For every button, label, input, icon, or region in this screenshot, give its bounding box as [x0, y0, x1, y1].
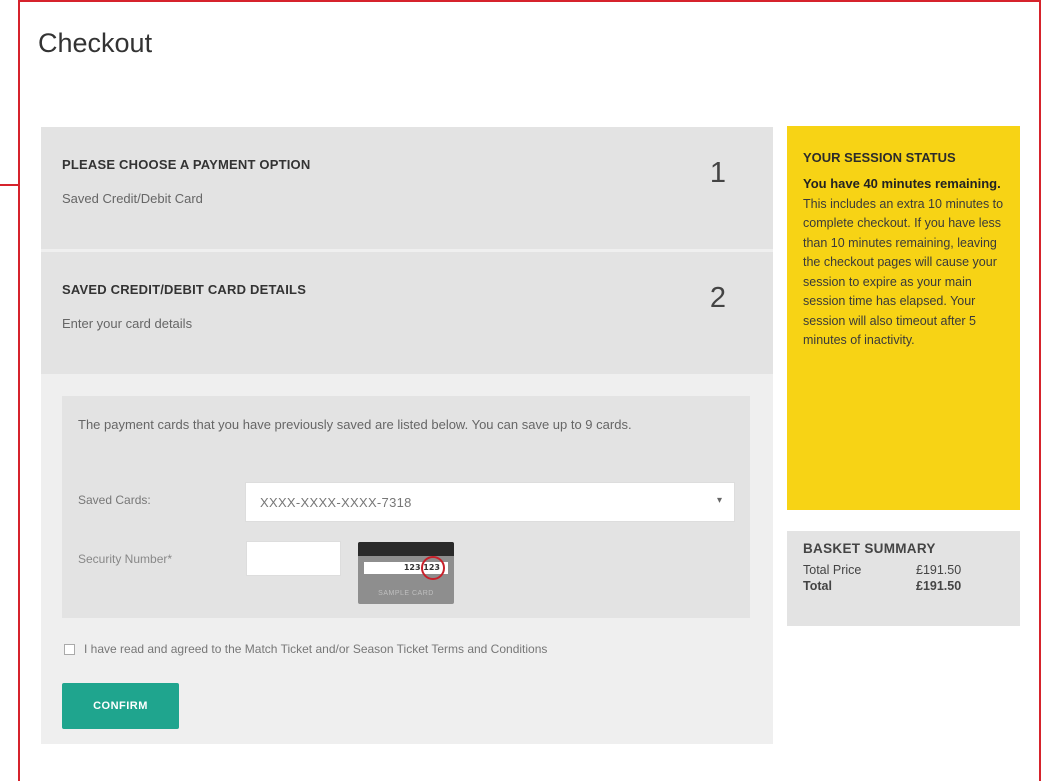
basket-row-total: Total £191.50 [803, 578, 1004, 594]
sample-card-image: 123 123 SAMPLE CARD [358, 542, 454, 604]
step-number: 2 [709, 282, 726, 314]
security-number-input[interactable] [246, 541, 341, 576]
basket-row-value: £191.50 [916, 579, 962, 593]
terms-label[interactable]: I have read and agreed to the Match Tick… [84, 642, 547, 656]
terms-checkbox[interactable] [64, 643, 75, 655]
step-title: PLEASE CHOOSE A PAYMENT OPTION [62, 157, 311, 172]
saved-cards-value: XXXX-XXXX-XXXX-7318 [260, 495, 412, 510]
basket-row-total-price: Total Price £191.50 [803, 562, 1004, 578]
session-time-remaining: You have 40 minutes remaining. [803, 176, 1001, 191]
frame-connector [0, 184, 20, 186]
caret-down-icon: ▾ [716, 495, 722, 506]
session-status-panel: YOUR SESSION STATUS You have 40 minutes … [787, 126, 1020, 510]
page-title: Checkout [38, 28, 153, 58]
step-payment-option[interactable]: PLEASE CHOOSE A PAYMENT OPTION Saved Cre… [41, 127, 773, 249]
saved-card-form: The payment cards that you have previous… [62, 396, 750, 618]
basket-summary: BASKET SUMMARY Total Price £191.50 Total… [787, 531, 1020, 626]
session-title: YOUR SESSION STATUS [803, 150, 956, 165]
magnetic-strip [358, 542, 454, 556]
basket-row-label: Total [803, 579, 832, 593]
step-subtitle: Enter your card details [62, 316, 193, 331]
basket-row-value: £191.50 [916, 563, 962, 577]
step-number: 1 [709, 157, 726, 189]
step-card-details[interactable]: SAVED CREDIT/DEBIT CARD DETAILS Enter yo… [41, 252, 773, 374]
session-details: This includes an extra 10 minutes to com… [803, 196, 1004, 348]
terms-row: I have read and agreed to the Match Tick… [64, 642, 547, 656]
saved-cards-select[interactable]: XXXX-XXXX-XXXX-7318 ▾ [245, 482, 735, 522]
confirm-button[interactable]: CONFIRM [62, 683, 179, 729]
basket-title: BASKET SUMMARY [803, 541, 936, 556]
basket-row-label: Total Price [803, 563, 862, 577]
session-message: You have 40 minutes remaining. This incl… [803, 174, 1004, 351]
saved-cards-intro: The payment cards that you have previous… [78, 417, 632, 432]
sample-card-caption: SAMPLE CARD [378, 590, 434, 597]
cvv-highlight-circle [421, 556, 445, 580]
saved-cards-label: Saved Cards: [78, 493, 151, 507]
step-subtitle: Saved Credit/Debit Card [62, 191, 203, 206]
step-title: SAVED CREDIT/DEBIT CARD DETAILS [62, 282, 307, 297]
security-number-label: Security Number* [78, 552, 173, 566]
